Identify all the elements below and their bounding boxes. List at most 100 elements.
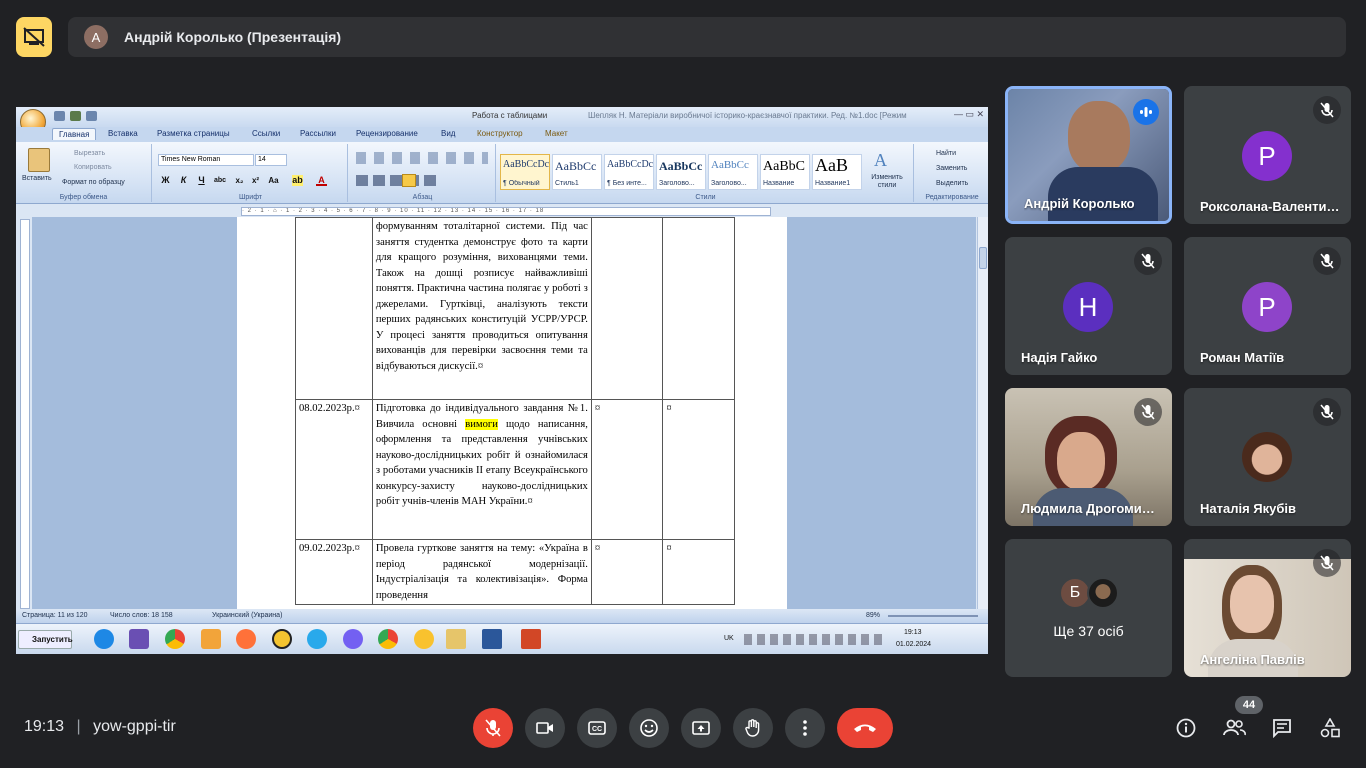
style-1[interactable]: AaBbCc Стиль1 bbox=[552, 154, 602, 190]
document-page[interactable]: формуванням тоталітарної системи. Під ча… bbox=[237, 217, 787, 609]
italic-button[interactable]: К bbox=[178, 175, 189, 186]
page-counter[interactable]: Страница: 11 из 120 bbox=[22, 612, 88, 619]
underline-button[interactable]: Ч bbox=[196, 175, 207, 186]
skype-icon[interactable] bbox=[94, 629, 114, 649]
tab-review[interactable]: Рецензирование bbox=[356, 129, 418, 138]
bold-button[interactable]: Ж bbox=[160, 175, 171, 186]
justify-button[interactable] bbox=[402, 174, 416, 187]
clock-date[interactable]: 01.02.2024 bbox=[896, 641, 931, 648]
table-cell[interactable]: ¤ bbox=[590, 539, 664, 605]
meeting-code[interactable]: yow-gppi-tir bbox=[93, 718, 176, 735]
tab-references[interactable]: Ссылки bbox=[252, 129, 280, 138]
superscript-button[interactable]: x² bbox=[250, 175, 261, 186]
raise-hand-button[interactable] bbox=[733, 708, 773, 748]
table-cell-date[interactable] bbox=[295, 217, 373, 400]
style-title-1[interactable]: AaB Название1 bbox=[812, 154, 862, 190]
paste-icon[interactable] bbox=[28, 148, 50, 172]
tab-mailings[interactable]: Рассылки bbox=[300, 129, 336, 138]
style-heading-2[interactable]: AaBbCc Заголово... bbox=[708, 154, 758, 190]
table-cell-date[interactable]: 09.02.2023р.¤ bbox=[295, 539, 373, 605]
strikethrough-button[interactable]: abc bbox=[214, 175, 226, 186]
present-button[interactable] bbox=[681, 708, 721, 748]
document-area[interactable]: формуванням тоталітарної системи. Під ча… bbox=[32, 217, 976, 609]
horizontal-ruler[interactable]: · 2 · 1 · ⌂ · 1 · 2 · 3 · 4 · 5 · 6 · 7 … bbox=[16, 205, 988, 217]
style-title[interactable]: AaBbC Название bbox=[760, 154, 810, 190]
tab-insert[interactable]: Вставка bbox=[108, 129, 138, 138]
copy-button[interactable]: Копировать bbox=[74, 164, 112, 171]
table-cell-text[interactable]: Провела гурткове заняття на тему: «Украї… bbox=[371, 539, 592, 605]
tab-home[interactable]: Главная bbox=[52, 128, 97, 140]
participant-tile[interactable]: Р Роксолана-Валентина... bbox=[1184, 86, 1351, 224]
participant-tile[interactable]: Людмила Дрогомирецька bbox=[1005, 388, 1172, 526]
more-options-button[interactable] bbox=[785, 708, 825, 748]
app-icon[interactable] bbox=[272, 629, 292, 649]
firefox-icon[interactable] bbox=[236, 629, 256, 649]
folder-icon[interactable] bbox=[446, 629, 466, 649]
replace-button[interactable]: Заменить bbox=[936, 165, 967, 172]
tray-icons[interactable] bbox=[744, 634, 884, 645]
font-name-field[interactable]: Times New Roman bbox=[158, 154, 254, 166]
people-button[interactable] bbox=[1218, 712, 1250, 744]
tab-layout[interactable]: Макет bbox=[545, 129, 568, 138]
font-color-button[interactable]: A bbox=[316, 175, 327, 186]
table-cell-text[interactable]: Підготовка до індивідуального завдання №… bbox=[371, 399, 592, 540]
zoom-slider[interactable] bbox=[888, 615, 978, 617]
alignment-buttons[interactable] bbox=[356, 175, 436, 186]
camera-toggle-button[interactable] bbox=[525, 708, 565, 748]
participant-tile[interactable]: Ангеліна Павлів bbox=[1184, 539, 1351, 677]
end-call-button[interactable] bbox=[837, 708, 893, 748]
subscript-button[interactable]: x₂ bbox=[234, 175, 245, 186]
font-size-field[interactable]: 14 bbox=[255, 154, 287, 166]
presentation-icon[interactable] bbox=[16, 17, 52, 57]
participant-tile[interactable]: Н Надія Гайко bbox=[1005, 237, 1172, 375]
media-icon[interactable] bbox=[201, 629, 221, 649]
emoji-button[interactable] bbox=[629, 708, 669, 748]
chat-button[interactable] bbox=[1266, 712, 1298, 744]
clock-time[interactable]: 19:13 bbox=[904, 629, 922, 636]
keyboard-language[interactable]: UK bbox=[724, 635, 734, 642]
participant-tile[interactable]: Андрій Королько bbox=[1005, 86, 1172, 224]
document-table[interactable]: формуванням тоталітарної системи. Під ча… bbox=[295, 217, 735, 605]
more-participants-tile[interactable]: Б Ще 37 осіб bbox=[1005, 539, 1172, 677]
style-normal[interactable]: AaBbCcDc ¶ Обычный bbox=[500, 154, 550, 190]
highlight-button[interactable]: ab bbox=[292, 175, 303, 186]
meeting-details-button[interactable] bbox=[1170, 712, 1202, 744]
activities-button[interactable] bbox=[1314, 712, 1346, 744]
app-icon[interactable] bbox=[129, 629, 149, 649]
tab-page-layout[interactable]: Разметка страницы bbox=[157, 129, 230, 138]
table-cell[interactable]: ¤ bbox=[662, 399, 735, 540]
language-indicator[interactable]: Украинский (Украина) bbox=[212, 612, 282, 619]
redo-icon[interactable] bbox=[86, 111, 97, 121]
cut-button[interactable]: Вырезать bbox=[74, 150, 105, 157]
tab-view[interactable]: Вид bbox=[441, 129, 455, 138]
find-button[interactable]: Найти bbox=[936, 150, 956, 157]
table-cell[interactable] bbox=[662, 217, 735, 400]
telegram-icon[interactable] bbox=[307, 629, 327, 649]
change-styles-button[interactable]: Изменить стили bbox=[871, 174, 903, 190]
start-button[interactable]: Запустить bbox=[18, 630, 73, 649]
style-heading-1[interactable]: AaBbCc Заголово... bbox=[656, 154, 706, 190]
chrome-icon[interactable] bbox=[165, 629, 185, 649]
powerpoint-icon[interactable] bbox=[521, 629, 541, 649]
select-button[interactable]: Выделить bbox=[936, 180, 968, 187]
participant-tile[interactable]: Р Роман Матіїв bbox=[1184, 237, 1351, 375]
vertical-scrollbar[interactable] bbox=[977, 217, 988, 609]
format-painter-button[interactable]: Формат по образцу bbox=[62, 179, 125, 186]
captions-button[interactable]: CC bbox=[577, 708, 617, 748]
word-counter[interactable]: Число слов: 18 158 bbox=[110, 612, 173, 619]
tab-design[interactable]: Конструктор bbox=[477, 129, 523, 138]
app-icon[interactable] bbox=[414, 629, 434, 649]
undo-icon[interactable] bbox=[70, 111, 81, 121]
table-cell[interactable] bbox=[590, 217, 664, 400]
word-icon[interactable] bbox=[482, 629, 502, 649]
change-case-button[interactable]: Aa bbox=[268, 175, 279, 186]
participant-tile[interactable]: Наталія Якубів bbox=[1184, 388, 1351, 526]
list-buttons[interactable] bbox=[356, 152, 488, 164]
paste-button[interactable]: Вставить bbox=[22, 175, 52, 182]
viber-icon[interactable] bbox=[343, 629, 363, 649]
chrome-icon[interactable] bbox=[378, 629, 398, 649]
change-styles-icon[interactable]: A bbox=[874, 150, 887, 171]
zoom-level[interactable]: 89% bbox=[866, 612, 880, 619]
vertical-ruler[interactable] bbox=[20, 219, 30, 609]
table-cell[interactable]: ¤ bbox=[662, 539, 735, 605]
